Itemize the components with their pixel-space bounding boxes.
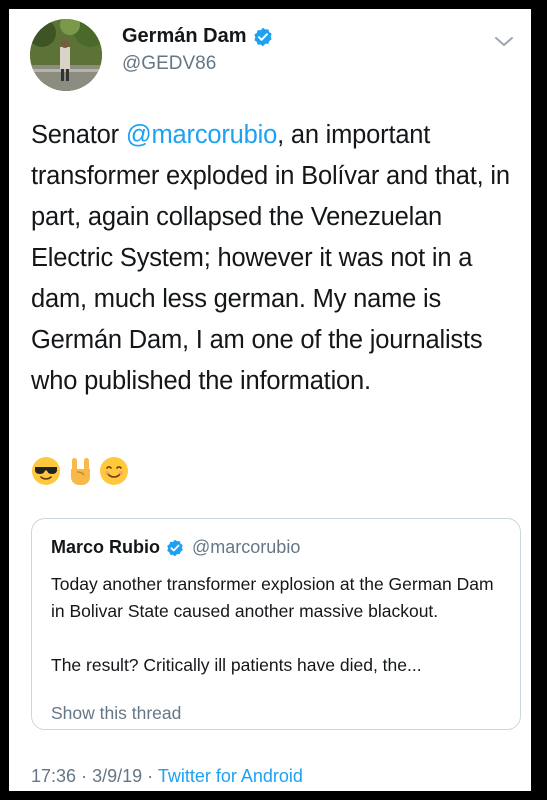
smiling-face-icon [100, 457, 128, 485]
meta-separator: · [147, 766, 154, 786]
quoted-author-handle: @marcorubio [192, 537, 301, 557]
avatar-photo [30, 19, 102, 91]
verified-badge-icon [253, 27, 272, 46]
emoji-row [31, 456, 129, 486]
quoted-tweet[interactable]: Marco Rubio @marcorubio Today another tr… [31, 518, 521, 730]
show-thread-link[interactable]: Show this thread [51, 703, 181, 724]
tweet-time[interactable]: 17:36 [31, 766, 76, 786]
author-name-row[interactable]: Germán Dam [122, 25, 273, 48]
quoted-author-name: Marco Rubio [51, 537, 161, 557]
tweet-card: Germán Dam @GEDV86 Senator @marcorubio, … [9, 9, 531, 791]
rock-on-hand-icon [71, 458, 90, 485]
tweet-meta: 17:36 · 3/9/19 · Twitter for Android [31, 766, 303, 787]
tweet-text-before: Senator [31, 121, 126, 149]
tweet-text-after: , an important transformer exploded in B… [31, 121, 510, 395]
avatar[interactable] [30, 19, 102, 91]
sunglasses-face-icon [32, 457, 60, 485]
mention-link[interactable]: @marcorubio [126, 121, 277, 149]
quoted-author-row: Marco Rubio @marcorubio [51, 537, 300, 558]
author-name[interactable]: Germán Dam [122, 25, 247, 48]
tweet-source-link[interactable]: Twitter for Android [158, 766, 303, 786]
tweet-text: Senator @marcorubio, an important transf… [31, 115, 521, 402]
tweet-date[interactable]: 3/9/19 [92, 766, 142, 786]
chevron-down-icon[interactable] [493, 33, 515, 49]
meta-separator: · [81, 766, 88, 786]
author-handle[interactable]: @GEDV86 [122, 53, 216, 75]
verified-badge-icon [167, 539, 183, 556]
quoted-tweet-text: Today another transformer explosion at t… [51, 574, 494, 675]
